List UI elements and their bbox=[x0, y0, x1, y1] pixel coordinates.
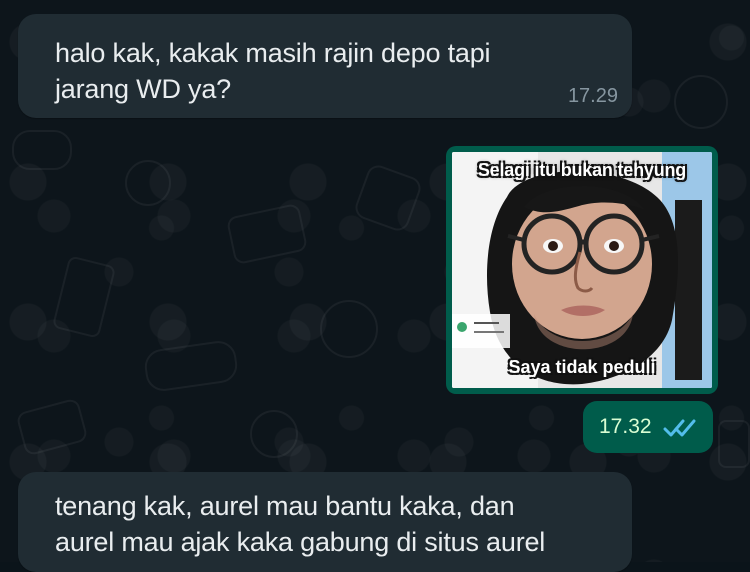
outgoing-image-message[interactable]: Selagi itu bukan tehyung Saya tidak pedu… bbox=[446, 146, 718, 394]
message-text-line: tenang kak, aurel mau bantu kaka, dan bbox=[55, 491, 515, 521]
message-text: halo kak, kakak masih rajin depo tapi ja… bbox=[55, 35, 560, 107]
meme-image[interactable]: Selagi itu bukan tehyung Saya tidak pedu… bbox=[452, 152, 712, 388]
message-text-line: jarang WD ya? bbox=[55, 74, 231, 104]
meme-picture bbox=[452, 152, 712, 388]
message-text-line: aurel mau ajak kaka gabung di situs aure… bbox=[55, 527, 546, 557]
message-timestamp: 17.29 bbox=[567, 85, 618, 107]
message-timestamp: 17.32 bbox=[599, 415, 652, 438]
double-check-icon bbox=[663, 419, 696, 437]
meme-caption-top: Selagi itu bukan tehyung bbox=[477, 160, 687, 180]
incoming-message-bubble[interactable]: halo kak, kakak masih rajin depo tapi ja… bbox=[18, 14, 632, 118]
message-text: tenang kak, aurel mau bantu kaka, dan au… bbox=[55, 488, 615, 560]
message-text-line: halo kak, kakak masih rajin depo tapi bbox=[55, 38, 491, 68]
meme-caption-bottom: Saya tidak peduli bbox=[508, 357, 656, 377]
incoming-message-bubble[interactable]: tenang kak, aurel mau bantu kaka, dan au… bbox=[18, 472, 632, 572]
outgoing-time-bubble: 17.32 bbox=[583, 401, 713, 453]
